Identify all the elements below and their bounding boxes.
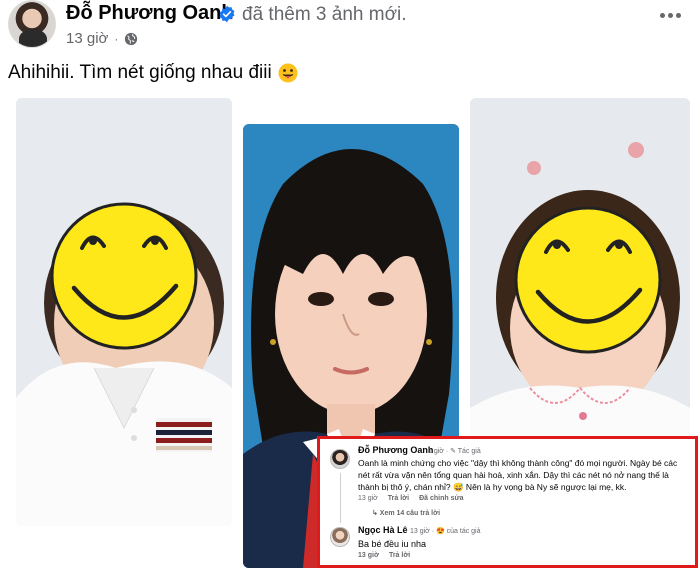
comment-actions: 13 giờ Trả lời	[358, 552, 410, 559]
facebook-post: Đỗ Phương Oanh đã thêm 3 ảnh mới. 13 giờ…	[0, 0, 700, 570]
thread-line	[340, 473, 341, 523]
more-options-icon[interactable]	[660, 10, 684, 20]
comment-author-avatar[interactable]	[330, 527, 350, 547]
author-avatar[interactable]	[8, 0, 56, 48]
author-name[interactable]: Đỗ Phương Oanh	[66, 2, 234, 25]
post-caption: Ahihihii. Tìm nét giống nhau điii	[8, 62, 298, 84]
comment-author-name[interactable]: Đỗ Phương Oanh	[358, 445, 433, 455]
post-photo-1[interactable]	[16, 98, 232, 526]
caption-text: Ahihihii. Tìm nét giống nhau điii	[8, 62, 272, 83]
post-timestamp[interactable]: 13 giờ	[66, 30, 108, 47]
reply-link[interactable]: Trả lời	[388, 495, 409, 502]
comment-author-name[interactable]: Ngọc Hà Lê	[358, 525, 408, 535]
comment-actions: 13 giờ Trả lời Đã chỉnh sửa	[358, 495, 463, 502]
meta-separator: ·	[114, 31, 119, 46]
view-replies-link[interactable]: ↳ Xem 14 câu trả lời	[372, 509, 440, 517]
comment-time[interactable]: 13 giờ	[358, 495, 378, 502]
comment-meta-tag: 13 giờ · 😍 của tác giả	[410, 528, 481, 535]
reply-link[interactable]: Trả lời	[389, 552, 410, 559]
comments-highlight-box: Đỗ Phương Oanh 1 giờ · ✎ Tác giả Oanh là…	[317, 436, 698, 568]
comment-text: Ba bé đều iu nha	[358, 539, 427, 549]
photo-1-illustration	[16, 98, 232, 526]
comment-time[interactable]: 13 giờ	[358, 552, 379, 559]
comment-text-line: nét rất vừa vặn nên tổng quan hài hoà, x…	[358, 470, 669, 480]
comment-text-line: thành bị thô ý, chán nhỉ? 😅 Nên là hy vọ…	[358, 482, 627, 492]
comment-text-line: Oanh là minh chứng cho việc "dậy thì khô…	[358, 458, 678, 468]
post-action-text: đã thêm 3 ảnh mới.	[242, 4, 407, 25]
tongue-out-face-icon	[278, 63, 298, 83]
verified-badge-icon	[219, 5, 235, 23]
edited-label: Đã chỉnh sửa	[419, 495, 464, 502]
post-meta: 13 giờ ·	[66, 30, 138, 47]
comment-meta-tag: 1 giờ · ✎ Tác giả	[428, 448, 481, 455]
globe-icon[interactable]	[124, 32, 138, 46]
comment-author-avatar[interactable]	[330, 449, 350, 469]
